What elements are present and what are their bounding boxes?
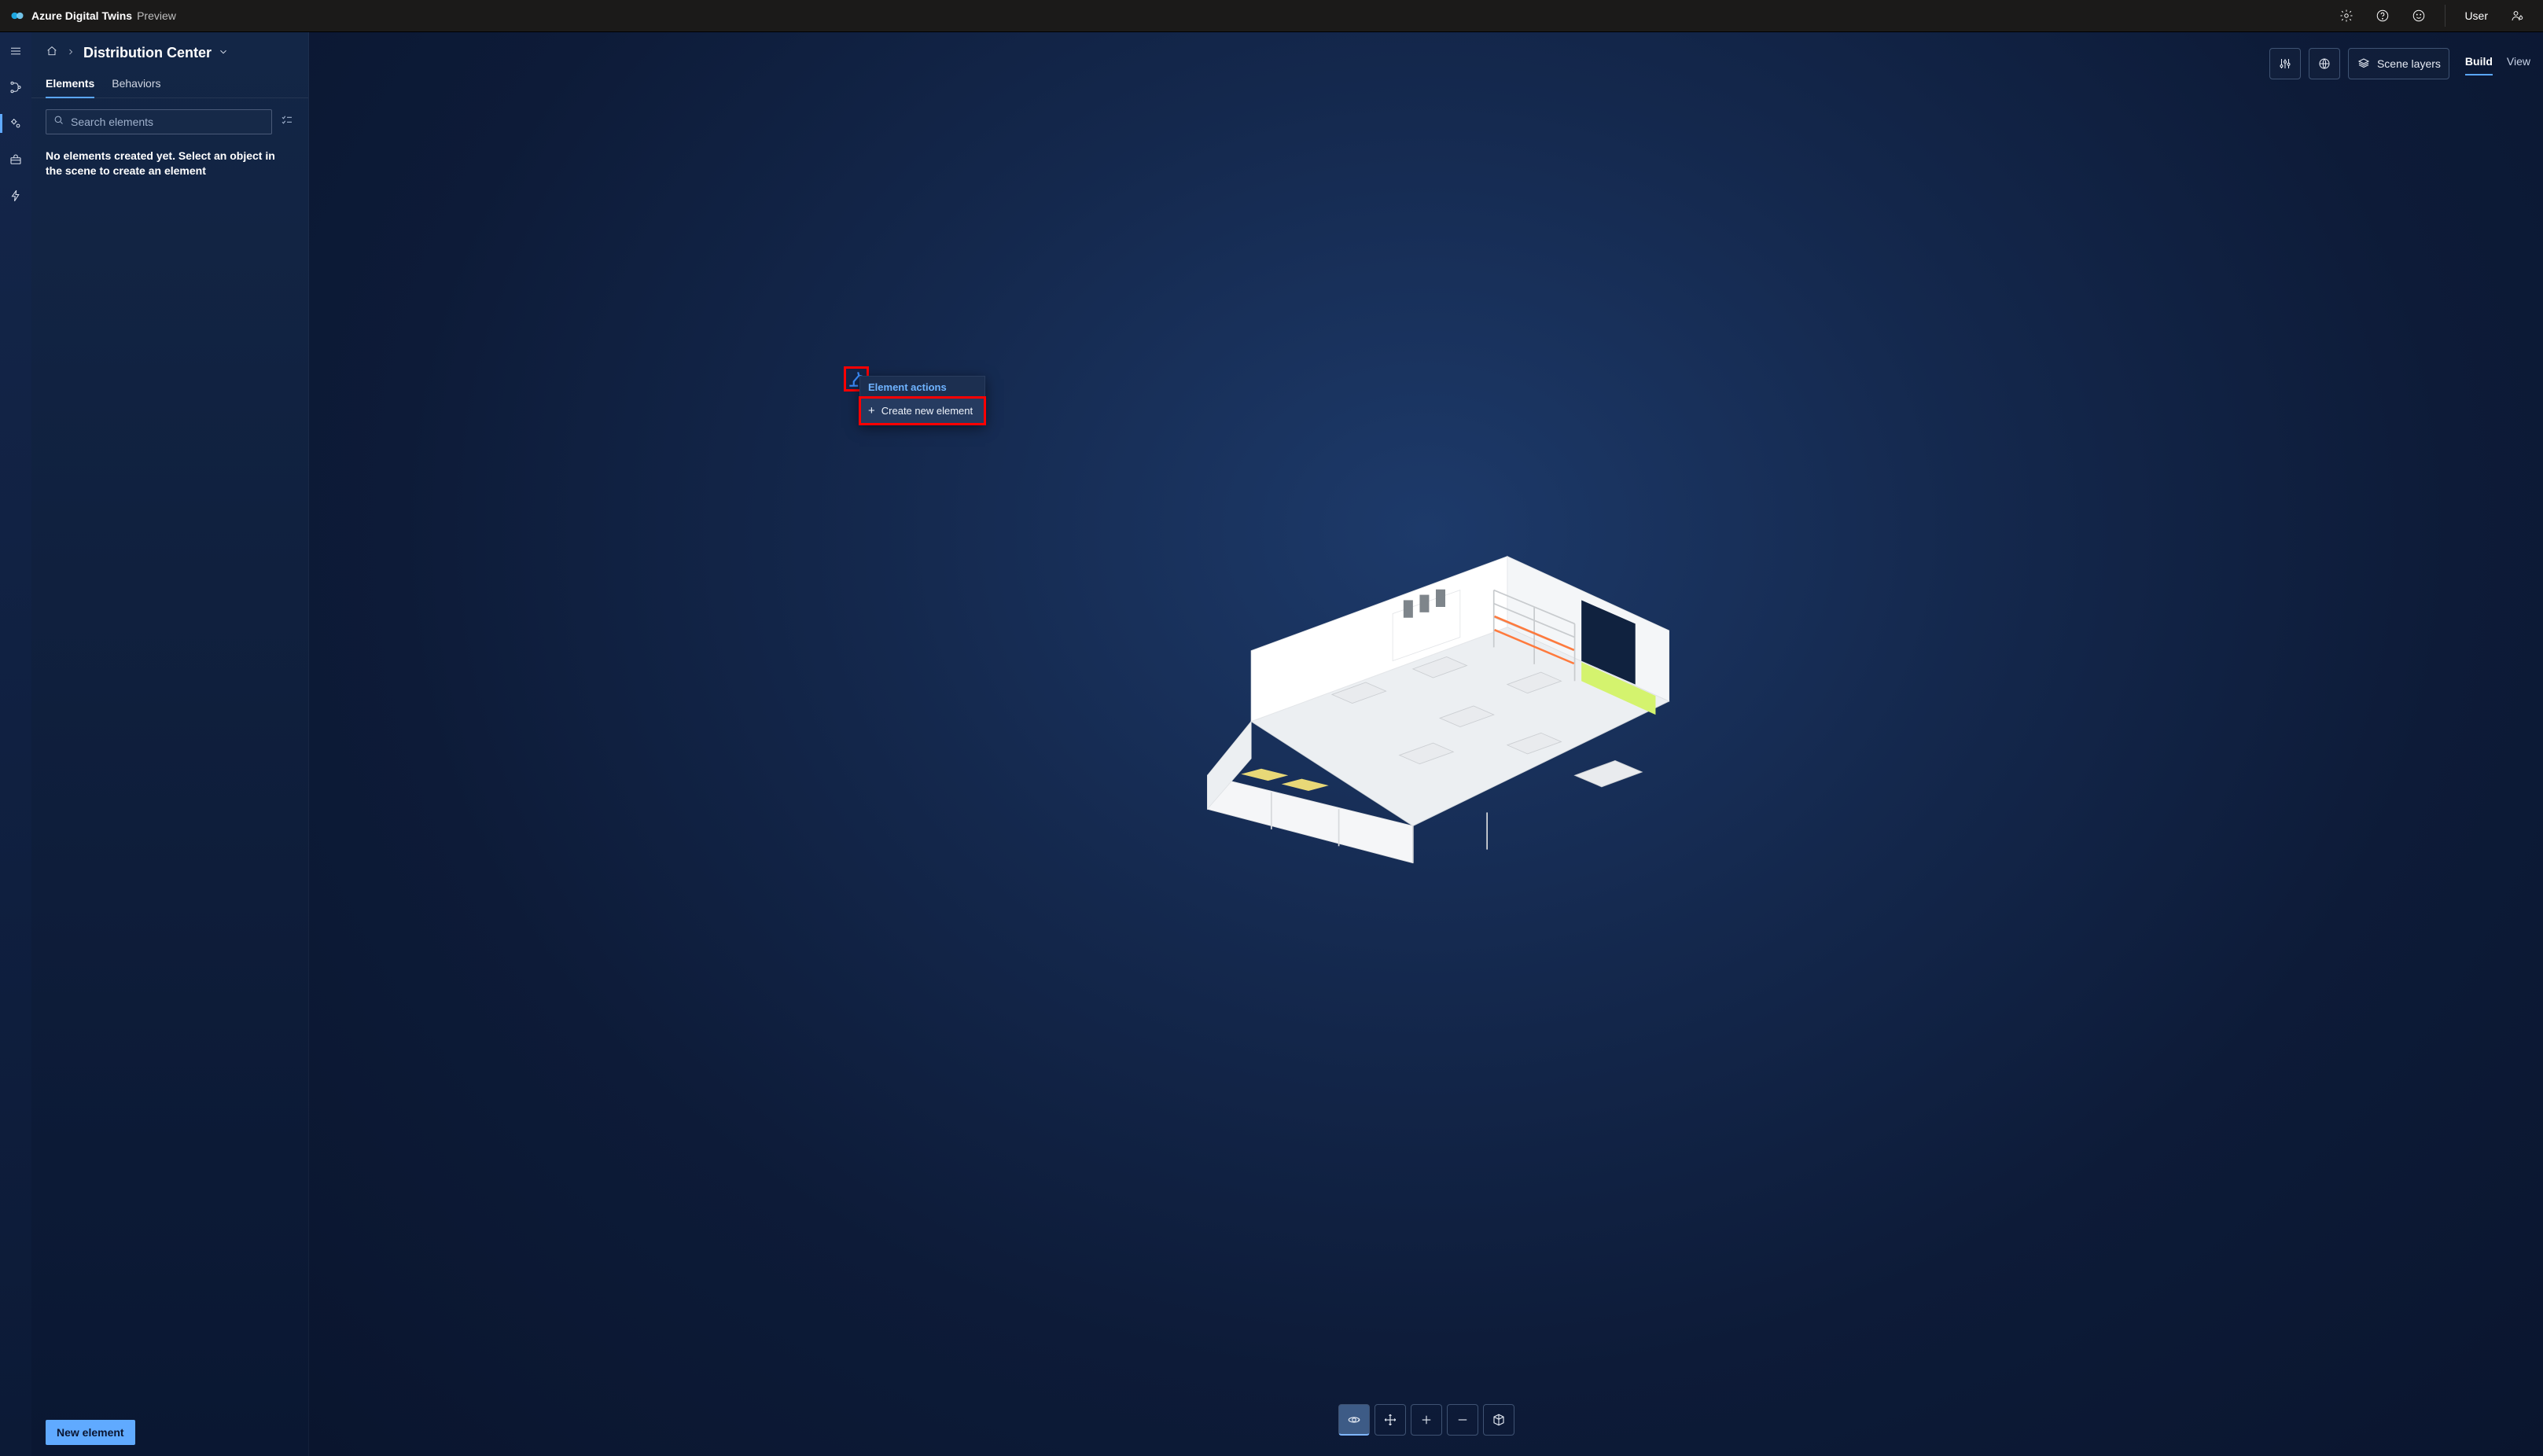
- feedback-button[interactable]: [2404, 0, 2434, 32]
- settings-button[interactable]: [2331, 0, 2361, 32]
- nav-rail: [0, 32, 31, 1456]
- lightning-icon: [9, 189, 23, 203]
- nav-rail-scenes[interactable]: [0, 112, 31, 134]
- tab-behaviors[interactable]: Behaviors: [112, 72, 160, 97]
- account-button[interactable]: [2502, 0, 2532, 32]
- help-icon: [2376, 9, 2390, 23]
- nav-rail-toolbox[interactable]: [0, 149, 31, 171]
- context-menu-create-element[interactable]: + Create new element: [860, 398, 984, 424]
- zoom-in-button[interactable]: [1411, 1404, 1442, 1436]
- scene-layers-button[interactable]: Scene layers: [2348, 48, 2449, 79]
- globe-icon: [2317, 57, 2331, 71]
- list-check-icon: [280, 113, 294, 127]
- context-menu: Element actions + Create new element: [859, 376, 985, 425]
- scene-canvas[interactable]: Scene layers Build View: [309, 32, 2543, 1456]
- pan-button[interactable]: [1375, 1404, 1406, 1436]
- multiselect-button[interactable]: [280, 113, 294, 131]
- pan-icon: [1383, 1413, 1397, 1427]
- search-elements-input[interactable]: [71, 116, 265, 128]
- orbit-button[interactable]: [1338, 1404, 1370, 1436]
- chevron-down-icon: [218, 46, 229, 57]
- environment-button[interactable]: [2309, 48, 2340, 79]
- user-label[interactable]: User: [2457, 9, 2496, 22]
- context-menu-heading: Element actions: [860, 377, 984, 398]
- scene-layers-label: Scene layers: [2377, 57, 2441, 70]
- home-icon: [46, 45, 58, 57]
- breadcrumb-current[interactable]: Distribution Center: [83, 45, 229, 61]
- plus-icon: [1419, 1413, 1433, 1427]
- empty-state-text: No elements created yet. Select an objec…: [31, 149, 308, 178]
- left-panel: Distribution Center Elements Behaviors N…: [31, 32, 309, 1456]
- app-title: Azure Digital Twins Preview: [31, 9, 176, 22]
- scene-3d-model: [1128, 513, 1725, 890]
- mode-tab-view[interactable]: View: [2507, 55, 2530, 72]
- context-menu-item-label: Create new element: [881, 405, 973, 417]
- hamburger-icon: [9, 44, 23, 58]
- zoom-out-button[interactable]: [1447, 1404, 1478, 1436]
- search-elements-box[interactable]: [46, 109, 272, 134]
- scene-top-toolbar: Scene layers Build View: [2269, 48, 2530, 79]
- adjust-button[interactable]: [2269, 48, 2301, 79]
- nav-rail-hamburger[interactable]: [0, 40, 31, 62]
- sliders-icon: [2278, 57, 2292, 71]
- chevron-right-icon: [66, 47, 75, 57]
- app-logo-icon: [9, 8, 25, 24]
- search-icon: [53, 114, 64, 130]
- help-button[interactable]: [2368, 0, 2398, 32]
- hierarchy-icon: [9, 80, 23, 94]
- layers-icon: [2357, 57, 2371, 71]
- person-icon: [2510, 9, 2524, 23]
- app-suffix: Preview: [137, 9, 176, 22]
- breadcrumb-title: Distribution Center: [83, 45, 212, 61]
- app-name: Azure Digital Twins: [31, 9, 132, 22]
- mode-tabs: Build View: [2465, 55, 2530, 72]
- left-tabs: Elements Behaviors: [31, 72, 308, 98]
- plus-icon: +: [868, 405, 875, 417]
- breadcrumb-separator: [66, 46, 75, 61]
- breadcrumb-dropdown[interactable]: [218, 45, 229, 61]
- breadcrumb: Distribution Center: [31, 45, 308, 61]
- cogs-icon: [9, 116, 23, 131]
- minus-icon: [1456, 1413, 1470, 1427]
- orbit-icon: [1347, 1413, 1361, 1427]
- new-element-button[interactable]: New element: [46, 1420, 135, 1445]
- smile-icon: [2412, 9, 2426, 23]
- tab-elements[interactable]: Elements: [46, 72, 94, 97]
- toolbox-icon: [9, 153, 23, 167]
- cube-icon: [1492, 1413, 1506, 1427]
- fit-view-button[interactable]: [1483, 1404, 1514, 1436]
- nav-rail-hierarchy[interactable]: [0, 76, 31, 98]
- nav-rail-lightning[interactable]: [0, 185, 31, 207]
- gear-icon: [2339, 9, 2353, 23]
- view-tools: [1338, 1404, 1514, 1436]
- mode-tab-build[interactable]: Build: [2465, 55, 2493, 72]
- breadcrumb-home[interactable]: [46, 45, 58, 61]
- app-header: Azure Digital Twins Preview User: [0, 0, 2543, 32]
